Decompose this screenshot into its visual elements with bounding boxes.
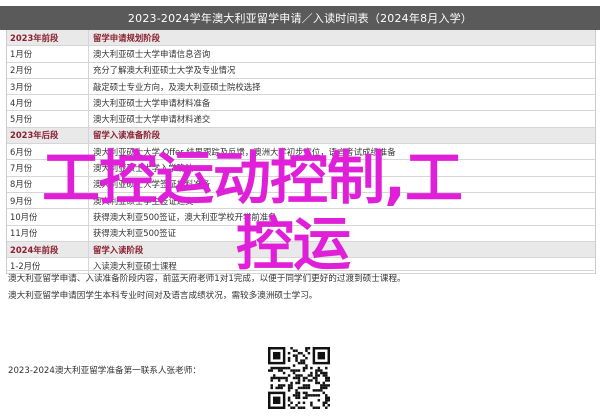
item-cell: 留学申请规划阶段 [93, 32, 160, 43]
item-cell: 留学入读准备阶段 [93, 130, 160, 141]
qr-code-icon [268, 347, 330, 409]
item-cell: 澳大利亚硕士大学申请信息咨询 [93, 48, 211, 59]
table-row: 8月份 澳大利亚硕士大学签证材料准备 [7, 176, 595, 193]
item-cell: 澳大利亚硕士学生签证递交 [93, 195, 194, 206]
item-cell: 获得澳大利亚500签证 [93, 228, 176, 239]
schedule-table: 2023年前段 留学申请规划阶段 1月份 澳大利亚硕士大学申请信息咨询 2月份 充分了解澳… [6, 30, 596, 275]
qr-code-graphic [268, 347, 330, 409]
item-cell: 澳大利亚硕士大学入学确认 [93, 163, 194, 174]
table-row: 5月份 澳大利亚硕士大学申请材料递交 [7, 111, 595, 128]
section-row: 2024年前段 留学入读阶段 [7, 241, 595, 259]
period-cell: 2月份 [7, 62, 89, 78]
contact-text: 2023-2024澳大利亚留学准备第一联系人张老师： [8, 366, 201, 376]
item-cell: 澳大利亚硕士大学申请材料准备 [93, 97, 211, 108]
table-row: 2月份 充分了解澳大利亚硕士大学及专业情况 [7, 62, 595, 79]
table-row: 11月份 获得澳大利亚500签证 [7, 225, 595, 242]
info-line-2: 澳大利亚留学申请因学生本科专业时间对及语言成绩状况，需较多澳洲硕士学习。 [8, 291, 318, 301]
item-cell: 敲定硕士专业方向，及澳大利亚硕士院校选择 [93, 81, 261, 92]
period-cell: 6月份 [7, 144, 89, 160]
info-line-1: 澳大利亚留学申请、入读准备阶段内容，前蓝天府老师1对1完成，以便于同学们更好的过… [8, 274, 406, 284]
period-cell: 5月份 [7, 111, 89, 127]
table-row: 10月份 获得澳大利亚500签证，澳大利亚学校开学前准备 [7, 209, 595, 226]
period-cell: 1月份 [7, 46, 89, 62]
item-cell: 澳大利亚硕士大学签证材料准备 [93, 179, 211, 190]
period-cell: 10月份 [7, 209, 89, 225]
period-cell: 7月份 [7, 160, 89, 176]
period-cell: 4月份 [7, 95, 89, 111]
table-row: 7月份 澳大利亚硕士大学入学确认 [7, 160, 595, 177]
table-row: 6月份 澳大利亚硕士大学 Offer 结果跟踪及反馈，澳洲大学初步定位，语言考试成… [7, 144, 595, 161]
period-cell: 2024年前段 [7, 241, 89, 258]
table-title: 2023-2024学年澳大利亚留学申请／入读时间表（2024年8月入学） [0, 6, 600, 30]
period-cell: 11月份 [7, 225, 89, 241]
period-cell: 2023年前段 [7, 30, 89, 46]
table-row: 1月份 澳大利亚硕士大学申请信息咨询 [7, 46, 595, 63]
schedule-page: 2023-2024学年澳大利亚留学申请／入读时间表（2024年8月入学） 202… [0, 0, 600, 417]
period-cell: 3月份 [7, 78, 89, 95]
section-row: 2023年前段 留学申请规划阶段 [7, 30, 595, 47]
item-cell: 获得澳大利亚500签证，澳大利亚学校开学前准备 [93, 211, 277, 222]
table-row: 4月份 澳大利亚硕士大学申请材料准备 [7, 95, 595, 112]
item-cell: 澳大利亚硕士大学申请材料递交 [93, 114, 211, 125]
item-cell: 澳大利亚硕士大学 Offer 结果跟踪及反馈，澳洲大学初步定位，语言考试成绩准备 [93, 146, 396, 157]
item-cell: 充分了解澳大利亚硕士大学及专业情况 [93, 65, 236, 76]
table-row: 9月份 澳大利亚硕士学生签证递交 [7, 192, 595, 210]
item-cell: 留学入读阶段 [93, 244, 144, 255]
table-row: 3月份 敲定硕士专业方向，及澳大利亚硕士院校选择 [7, 78, 595, 96]
section-row: 2023年后段 留学入读准备阶段 [7, 127, 595, 145]
info-block: 澳大利亚留学申请、入读准备阶段内容，前蓝天府老师1对1完成，以便于同学们更好的过… [6, 270, 594, 305]
period-cell: 8月份 [7, 176, 89, 192]
period-cell: 2023年后段 [7, 127, 89, 144]
period-cell: 9月份 [7, 192, 89, 209]
